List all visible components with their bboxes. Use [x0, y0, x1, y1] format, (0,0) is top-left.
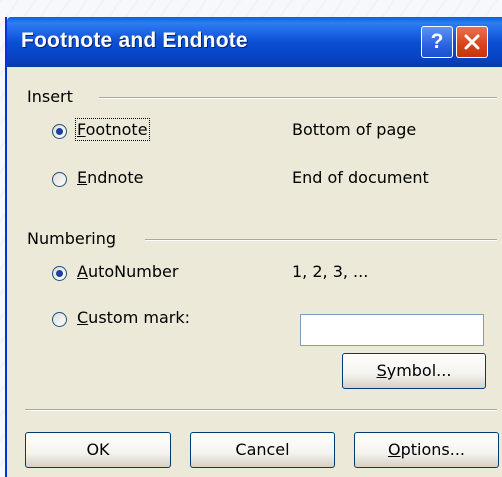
- button-divider: [25, 409, 497, 411]
- endnote-radio[interactable]: [52, 172, 67, 187]
- footnote-endnote-dialog: Footnote and Endnote ? Insert Footnote B…: [5, 17, 502, 477]
- autonumber-format: 1, 2, 3, ...: [292, 262, 369, 281]
- custom-mark-radio[interactable]: [52, 312, 67, 327]
- insert-divider: [99, 97, 497, 99]
- autonumber-label[interactable]: AutoNumber: [77, 262, 178, 281]
- dialog-title: Footnote and Endnote: [21, 29, 248, 52]
- close-button[interactable]: [456, 26, 488, 58]
- endnote-label[interactable]: Endnote: [77, 168, 143, 187]
- options-button[interactable]: Options...: [354, 432, 499, 468]
- autonumber-radio[interactable]: [52, 266, 67, 281]
- close-icon: [464, 34, 480, 50]
- title-bar[interactable]: Footnote and Endnote ?: [7, 17, 502, 67]
- footnote-radio[interactable]: [52, 124, 67, 139]
- custom-mark-input[interactable]: [300, 314, 484, 346]
- cancel-button[interactable]: Cancel: [190, 432, 335, 468]
- footnote-location: Bottom of page: [292, 120, 417, 139]
- insert-heading: Insert: [27, 87, 79, 106]
- custom-mark-label[interactable]: Custom mark:: [77, 308, 190, 327]
- help-icon: ?: [430, 30, 444, 53]
- footnote-label[interactable]: Footnote: [75, 118, 150, 141]
- help-button[interactable]: ?: [421, 26, 453, 58]
- endnote-location: End of document: [292, 168, 429, 187]
- numbering-heading: Numbering: [27, 229, 123, 248]
- ok-button[interactable]: OK: [25, 432, 171, 468]
- symbol-button[interactable]: Symbol...: [342, 353, 486, 389]
- numbering-divider: [145, 239, 497, 241]
